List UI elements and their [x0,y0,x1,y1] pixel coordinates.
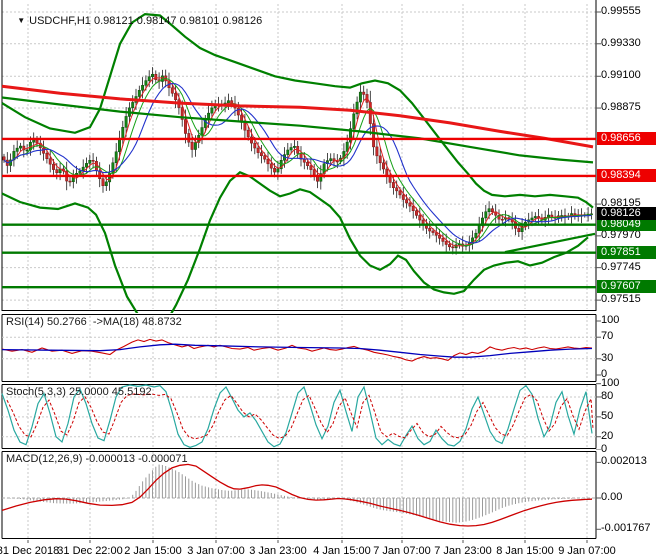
price-tick-label: 50 [601,409,614,422]
rsi-indicator-label: RSI(14) 50.2766 ->MA(18) 48.8732 [6,316,182,328]
price-tick-label: 0.00 [601,491,623,503]
price-tick-label: 0.99330 [601,36,641,49]
time-axis-label: 8 Jan 15:00 [496,545,554,557]
time-axis-label: 7 Jan 23:00 [434,545,492,557]
price-tick-label: 30 [601,351,614,364]
price-tick-label: 0.002013 [601,455,647,468]
time-axis-label: 2 Jan 15:00 [124,545,182,557]
macd-indicator-label: MACD(12,26,9) -0.000013 -0.000071 [6,453,188,465]
rsi-ma-line [1,343,593,358]
ohlc-open: 0.98121 [93,15,134,27]
macd-histogram [3,464,592,523]
ohlc-low: 0.98101 [179,15,220,27]
time-axis-label: 9 Jan 07:00 [558,545,616,557]
price-tick-label: 0.98875 [601,101,641,114]
time-axis-label: 3 Jan 23:00 [249,545,307,557]
time-axis-label: 3 Jan 07:00 [187,545,245,557]
price-tick-label: 0.99100 [601,69,641,82]
price-tick-label: 0 [601,443,608,455]
current-price-tag: 0.98126 [597,206,656,220]
time-axis-label: 4 Jan 15:00 [313,545,371,557]
chart-title: ▼ USDCHF,H1 0.98121 0.98147 0.98101 0.981… [5,3,262,39]
symbol-dropdown-icon[interactable]: ▼ [17,16,25,25]
resistance-price-tag: 0.98394 [597,168,656,182]
price-tick-label: 0.97515 [601,293,641,306]
horizontal-gridlines [2,11,596,301]
time-axis-label: 31 Dec 22:00 [57,545,123,557]
price-tick-label: 80 [601,389,614,402]
support-price-tag: 0.97851 [597,245,656,259]
stoch-indicator-label: Stoch(5,3,3) 25.0000 45.5192 [6,386,152,398]
price-tick-label: 0.99555 [601,5,641,17]
chart-window: ▼ USDCHF,H1 0.98121 0.98147 0.98101 0.981… [0,0,660,560]
ohlc-high: 0.98147 [136,15,177,27]
fast-moving-averages [3,77,592,247]
support-price-tag: 0.97607 [597,280,656,294]
main-chart-canvas[interactable] [0,0,660,313]
price-tick-label: -0.001767 [601,522,651,535]
ohlc-close: 0.98126 [222,15,263,27]
price-tick-label: 0.97745 [601,260,641,273]
time-axis-label: 31 Dec 2018 [0,545,60,557]
price-tick-label: 70 [601,330,614,343]
resistance-price-tag: 0.98656 [597,131,656,145]
chart-symbol-timeframe: USDCHF,H1 [29,15,91,27]
price-tick-label: 100 [601,314,620,326]
price-tick-label: 20 [601,429,614,442]
time-axis-label: 7 Jan 07:00 [373,545,431,557]
price-tick-label: 100 [601,376,620,389]
